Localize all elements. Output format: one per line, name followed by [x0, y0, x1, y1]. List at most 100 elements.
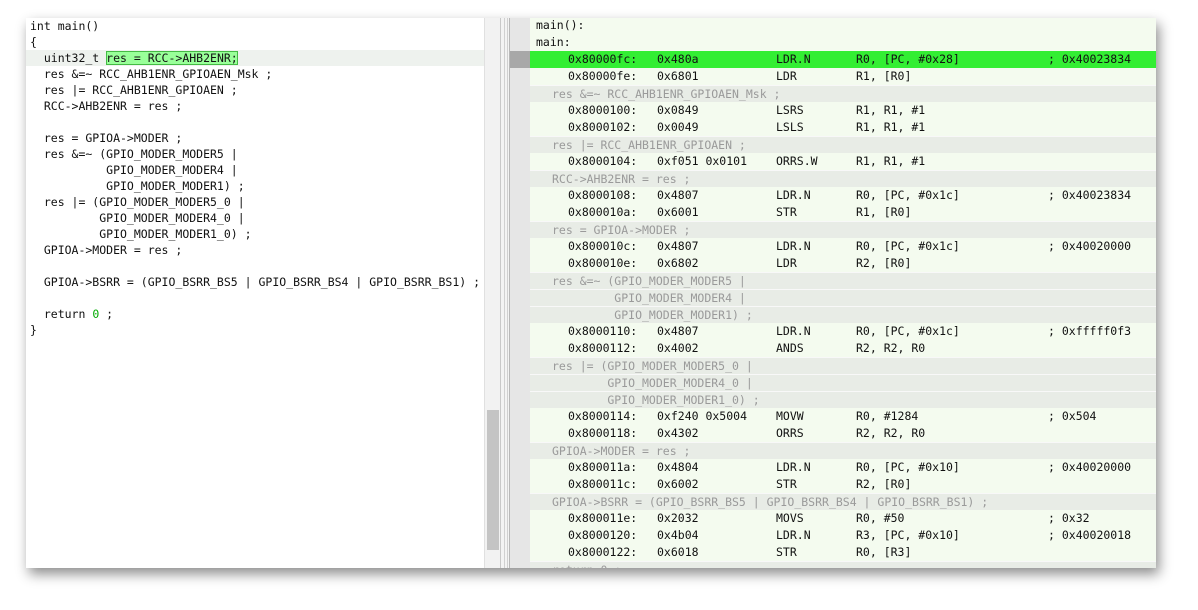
- source-annotation-line[interactable]: RCC->AHB2ENR = res ;: [530, 170, 1156, 187]
- instruction-row[interactable]: 0x80000fe: 0x6801 LDR R1, [R0]: [530, 68, 1156, 85]
- instruction-mnemonic: LDR.N: [776, 460, 811, 474]
- source-annotation-line[interactable]: res |= (GPIO_MODER_MODER5_0 |: [530, 357, 1156, 374]
- instruction-row[interactable]: 0x800011a: 0x4804 LDR.N R0, [PC, #0x10] ; 0x…: [530, 459, 1156, 476]
- pane-splitter[interactable]: [500, 18, 510, 568]
- source-annotation-line[interactable]: GPIO_MODER_MODER1) ;: [530, 306, 1156, 323]
- source-line[interactable]: int main(): [26, 18, 484, 34]
- instruction-row[interactable]: 0x800010e: 0x6802 LDR R2, [R0]: [530, 255, 1156, 272]
- source-annotation-line[interactable]: GPIOA->BSRR = (GPIO_BSRR_BS5 | GPIO_BSRR…: [530, 493, 1156, 510]
- instruction-row[interactable]: 0x800010c: 0x4807 LDR.N R0, [PC, #0x1c] ; 0x…: [530, 238, 1156, 255]
- instruction-row[interactable]: 0x8000114: 0xf240 0x5004 MOVW R0, #1284 ; 0x…: [530, 408, 1156, 425]
- source-line[interactable]: res &=~ (GPIO_MODER_MODER5 |: [26, 146, 484, 162]
- source-line[interactable]: GPIO_MODER_MODER1) ;: [26, 178, 484, 194]
- source-line-text: res |= RCC_AHB1ENR_GPIOAEN ;: [30, 83, 238, 97]
- source-annotation-line[interactable]: GPIO_MODER_MODER4_0 |: [530, 374, 1156, 391]
- instruction-row[interactable]: 0x8000118: 0x4302 ORRS R2, R2, R0: [530, 425, 1156, 442]
- instruction-opcode: 0x2032: [657, 511, 699, 525]
- instruction-address: 0x8000110:: [568, 324, 638, 338]
- source-line[interactable]: return 0 ;: [26, 306, 484, 322]
- source-annotation-line[interactable]: res &=~ (GPIO_MODER_MODER5 |: [530, 272, 1156, 289]
- source-line[interactable]: res |= RCC_AHB1ENR_GPIOAEN ;: [26, 82, 484, 98]
- source-line-text: GPIO_MODER_MODER4_0 |: [30, 211, 245, 225]
- source-line[interactable]: uint32_t res = RCC->AHB2ENR;: [26, 50, 484, 66]
- instruction-row[interactable]: 0x8000110: 0x4807 LDR.N R0, [PC, #0x1c] ; 0x…: [530, 323, 1156, 340]
- source-annotation-text: res |= RCC_AHB1ENR_GPIOAEN ;: [552, 138, 746, 152]
- instruction-row[interactable]: 0x8000100: 0x0849 LSRS R1, R1, #1: [530, 102, 1156, 119]
- source-vertical-scrollbar[interactable]: [484, 18, 501, 568]
- instruction-mnemonic: LDR.N: [776, 239, 811, 253]
- instruction-mnemonic: STR: [776, 205, 797, 219]
- instruction-row[interactable]: 0x800011e: 0x2032 MOVS R0, #50 ; 0x32: [530, 510, 1156, 527]
- instruction-row[interactable]: 0x800010a: 0x6001 STR R1, [R0]: [530, 204, 1156, 221]
- source-line[interactable]: res &=~ RCC_AHB1ENR_GPIOAEN_Msk ;: [26, 66, 484, 82]
- instruction-address: 0x8000102:: [568, 120, 638, 134]
- source-annotation-line[interactable]: res |= RCC_AHB1ENR_GPIOAEN ;: [530, 136, 1156, 153]
- source-line[interactable]: res = GPIOA->MODER ;: [26, 130, 484, 146]
- instruction-opcode: 0xf240 0x5004: [657, 409, 748, 423]
- scrollbar-thumb[interactable]: [487, 410, 499, 550]
- instruction-operands: R1, R1, #1: [856, 154, 926, 168]
- instruction-operands: R0, [PC, #0x1c]: [856, 239, 960, 253]
- source-annotation-line[interactable]: GPIO_MODER_MODER1_0) ;: [530, 391, 1156, 408]
- instruction-address: 0x8000122:: [568, 545, 638, 559]
- instruction-opcode: 0x480a: [657, 52, 699, 66]
- source-line[interactable]: {: [26, 34, 484, 50]
- function-label[interactable]: main:: [530, 34, 1156, 51]
- source-line[interactable]: GPIO_MODER_MODER4_0 |: [26, 210, 484, 226]
- current-instruction-marker: [510, 51, 530, 68]
- instruction-row[interactable]: 0x800011c: 0x6002 STR R2, [R0]: [530, 476, 1156, 493]
- instruction-row[interactable]: 0x8000108: 0x4807 LDR.N R0, [PC, #0x1c] ; 0x…: [530, 187, 1156, 204]
- instruction-opcode: 0xf051 0x0101: [657, 154, 748, 168]
- label-text: main():: [536, 18, 585, 32]
- source-line-text: res = GPIOA->MODER ;: [30, 131, 183, 145]
- source-line[interactable]: [26, 258, 484, 274]
- instruction-row[interactable]: 0x8000112: 0x4002 ANDS R2, R2, R0: [530, 340, 1156, 357]
- instruction-operands: R1, R1, #1: [856, 120, 926, 134]
- instruction-row[interactable]: 0x8000120: 0x4b04 LDR.N R3, [PC, #0x10] ; 0x…: [530, 527, 1156, 544]
- source-line[interactable]: GPIO_MODER_MODER1_0) ;: [26, 226, 484, 242]
- source-annotation-line[interactable]: GPIOA->MODER = res ;: [530, 442, 1156, 459]
- instruction-operands: R2, [R0]: [856, 477, 912, 491]
- instruction-comment: ; 0x40020000: [1048, 460, 1132, 474]
- instruction-address: 0x8000114:: [568, 409, 638, 423]
- source-line[interactable]: GPIO_MODER_MODER4 |: [26, 162, 484, 178]
- source-line[interactable]: GPIOA->MODER = res ;: [26, 242, 484, 258]
- source-annotation-line[interactable]: res &=~ RCC_AHB1ENR_GPIOAEN_Msk ;: [530, 85, 1156, 102]
- current-instruction-row[interactable]: 0x80000fc: 0x480a LDR.N R0, [PC, #0x28] ; 0x…: [530, 51, 1156, 68]
- source-line[interactable]: [26, 290, 484, 306]
- instruction-row[interactable]: 0x8000102: 0x0049 LSLS R1, R1, #1: [530, 119, 1156, 136]
- instruction-opcode: 0x4807: [657, 324, 699, 338]
- source-line[interactable]: [26, 114, 484, 130]
- instruction-comment: ; 0x40020018: [1048, 528, 1132, 542]
- instruction-comment: ; 0x40023834: [1048, 188, 1132, 202]
- instruction-mnemonic: STR: [776, 545, 797, 559]
- source-annotation-text: res |= (GPIO_MODER_MODER5_0 |: [552, 359, 753, 373]
- instruction-row[interactable]: 0x8000122: 0x6018 STR R0, [R3]: [530, 544, 1156, 561]
- source-line[interactable]: res |= (GPIO_MODER_MODER5_0 |: [26, 194, 484, 210]
- source-annotation-line[interactable]: GPIO_MODER_MODER4 |: [530, 289, 1156, 306]
- instruction-address: 0x800010e:: [568, 256, 638, 270]
- instruction-address: 0x8000104:: [568, 154, 638, 168]
- current-statement-highlight: res = RCC->AHB2ENR;: [106, 51, 238, 65]
- source-line[interactable]: GPIOA->BSRR = (GPIO_BSRR_BS5 | GPIO_BSRR…: [26, 274, 484, 290]
- disassembly-gutter[interactable]: [510, 18, 530, 568]
- instruction-comment: ; 0xfffff0f3: [1048, 324, 1132, 338]
- source-annotation-line[interactable]: res = GPIOA->MODER ;: [530, 221, 1156, 238]
- source-line-text: res |= (GPIO_MODER_MODER5_0 |: [30, 195, 245, 209]
- instruction-address: 0x8000112:: [568, 341, 638, 355]
- source-line[interactable]: }: [26, 322, 484, 338]
- instruction-mnemonic: LDR: [776, 69, 797, 83]
- instruction-mnemonic: LDR.N: [776, 528, 811, 542]
- disassembly-pane[interactable]: main(): main: 0x80000fc: 0x480a LDR.N R0, [PC…: [510, 18, 1156, 568]
- instruction-row[interactable]: 0x8000104: 0xf051 0x0101 ORRS.W R1, R1, #1: [530, 153, 1156, 170]
- function-label[interactable]: main():: [530, 18, 1156, 34]
- instruction-operands: R0, [PC, #0x10]: [856, 460, 960, 474]
- instruction-operands: R2, R2, R0: [856, 341, 926, 355]
- instruction-mnemonic: ANDS: [776, 341, 804, 355]
- source-editor-pane[interactable]: int main() { uint32_t res = RCC->AHB2ENR;…: [26, 18, 484, 568]
- instruction-opcode: 0x6018: [657, 545, 699, 559]
- source-annotation-line[interactable]: return 0 ;: [530, 561, 1156, 568]
- source-line-text: {: [30, 35, 37, 49]
- instruction-opcode: 0x6001: [657, 205, 699, 219]
- source-line[interactable]: RCC->AHB2ENR = res ;: [26, 98, 484, 114]
